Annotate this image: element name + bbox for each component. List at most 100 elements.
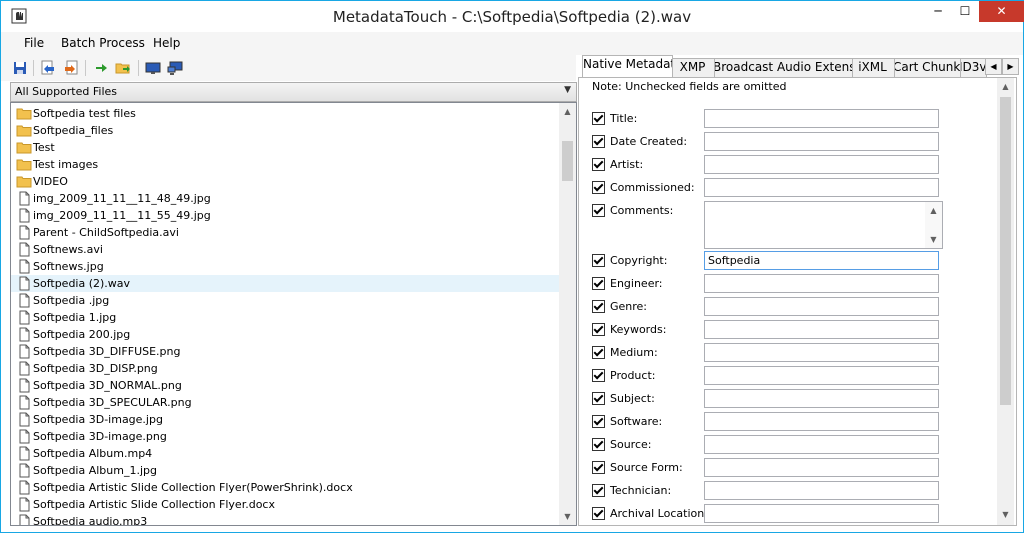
- file-list-item[interactable]: Softpedia 3D_SPECULAR.png: [11, 394, 559, 411]
- keywords-input[interactable]: [704, 320, 939, 339]
- subject-input[interactable]: [704, 389, 939, 408]
- file-list-item[interactable]: img_2009_11_11__11_48_49.jpg: [11, 190, 559, 207]
- technician-checkbox[interactable]: [592, 484, 605, 497]
- back-icon[interactable]: [40, 60, 56, 76]
- file-list-item[interactable]: Softpedia Artistic Slide Collection Flye…: [11, 496, 559, 513]
- file-list-item[interactable]: Softnews.jpg: [11, 258, 559, 275]
- scroll-down-icon[interactable]: ▼: [925, 231, 942, 248]
- file-icon: [19, 276, 30, 291]
- product-input[interactable]: [704, 366, 939, 385]
- medium-input[interactable]: [704, 343, 939, 362]
- medium-checkbox[interactable]: [592, 346, 605, 359]
- commissioned-checkbox[interactable]: [592, 181, 605, 194]
- file-list-item[interactable]: Softpedia 3D-image.png: [11, 428, 559, 445]
- copyright-checkbox[interactable]: [592, 254, 605, 267]
- software-checkbox[interactable]: [592, 415, 605, 428]
- minimize-button[interactable]: ─: [925, 1, 951, 22]
- tab-broadcast-audio-extension[interactable]: Broadcast Audio Extension: [712, 58, 853, 77]
- tab-id3v[interactable]: ID3v: [958, 58, 987, 77]
- menu-batch-process[interactable]: Batch Process: [61, 36, 145, 50]
- forward-icon[interactable]: [63, 60, 79, 76]
- file-list-item[interactable]: Softpedia 3D_DISP.png: [11, 360, 559, 377]
- chevron-down-icon[interactable]: ▼: [564, 85, 571, 95]
- scroll-down-icon[interactable]: ▼: [997, 506, 1014, 523]
- file-list-scrollbar[interactable]: ▲ ▼: [559, 103, 576, 525]
- file-list-item[interactable]: VIDEO: [11, 173, 559, 190]
- close-button[interactable]: ✕: [979, 1, 1024, 22]
- monitor-network-icon[interactable]: [167, 60, 183, 76]
- tab-scroll-right-icon[interactable]: ▶: [1002, 58, 1019, 75]
- file-list[interactable]: ▲ ▼ Softpedia test files Softpedia_files T…: [10, 102, 577, 526]
- scroll-down-icon[interactable]: ▼: [559, 508, 576, 525]
- panel-scrollbar[interactable]: ▲ ▼: [997, 78, 1014, 525]
- save-icon[interactable]: [12, 60, 28, 76]
- file-list-item[interactable]: Softpedia test files: [11, 105, 559, 122]
- source-checkbox[interactable]: [592, 438, 605, 451]
- file-list-item[interactable]: Softpedia .jpg: [11, 292, 559, 309]
- title-checkbox[interactable]: [592, 112, 605, 125]
- scroll-up-icon[interactable]: ▲: [997, 78, 1014, 95]
- commissioned-input[interactable]: [704, 178, 939, 197]
- date-created-input[interactable]: [704, 132, 939, 151]
- file-list-item[interactable]: Softpedia 3D_DIFFUSE.png: [11, 343, 559, 360]
- file-list-item[interactable]: Parent - ChildSoftpedia.avi: [11, 224, 559, 241]
- file-list-item[interactable]: Softpedia Album_1.jpg: [11, 462, 559, 479]
- file-list-item[interactable]: Softpedia 1.jpg: [11, 309, 559, 326]
- folder-go-icon[interactable]: [115, 60, 131, 76]
- engineer-input[interactable]: [704, 274, 939, 293]
- subject-checkbox[interactable]: [592, 392, 605, 405]
- file-list-item[interactable]: Softpedia 200.jpg: [11, 326, 559, 343]
- software-input[interactable]: [704, 412, 939, 431]
- source-form-input[interactable]: [704, 458, 939, 477]
- file-list-item[interactable]: Test images: [11, 156, 559, 173]
- menu-help[interactable]: Help: [153, 36, 180, 50]
- file-list-item[interactable]: Softnews.avi: [11, 241, 559, 258]
- source-form-checkbox[interactable]: [592, 461, 605, 474]
- tab-cart-chunk[interactable]: Cart Chunk: [892, 58, 961, 77]
- comments-textarea[interactable]: ▲ ▼: [704, 201, 943, 249]
- keywords-label: Keywords:: [610, 323, 667, 336]
- tab-scroll-left-icon[interactable]: ◀: [985, 58, 1002, 75]
- file-list-item[interactable]: Softpedia Album.mp4: [11, 445, 559, 462]
- file-list-item[interactable]: img_2009_11_11__11_55_49.jpg: [11, 207, 559, 224]
- file-icon: [19, 327, 30, 342]
- file-type-filter[interactable]: All Supported Files ▼: [10, 82, 577, 102]
- archival-location-checkbox[interactable]: [592, 507, 605, 520]
- artist-label: Artist:: [610, 158, 644, 171]
- title-input[interactable]: [704, 109, 939, 128]
- maximize-button[interactable]: ☐: [952, 1, 978, 22]
- file-list-item[interactable]: Softpedia 3D_NORMAL.png: [11, 377, 559, 394]
- source-form-label: Source Form:: [610, 461, 683, 474]
- engineer-checkbox[interactable]: [592, 277, 605, 290]
- tab-xmp[interactable]: XMP: [670, 58, 715, 77]
- file-list-item[interactable]: Softpedia Artistic Slide Collection Flye…: [11, 479, 559, 496]
- menu-file[interactable]: File: [24, 36, 44, 50]
- scrollbar-thumb[interactable]: [1000, 97, 1011, 405]
- date-created-checkbox[interactable]: [592, 135, 605, 148]
- tab-ixml[interactable]: iXML: [850, 58, 895, 77]
- source-input[interactable]: [704, 435, 939, 454]
- tab-native-metadata[interactable]: Native Metadata: [582, 55, 673, 78]
- file-list-item[interactable]: Softpedia 3D-image.jpg: [11, 411, 559, 428]
- artist-checkbox[interactable]: [592, 158, 605, 171]
- textarea-scrollbar[interactable]: ▲ ▼: [925, 202, 942, 248]
- copyright-input[interactable]: [704, 251, 939, 270]
- technician-input[interactable]: [704, 481, 939, 500]
- scrollbar-thumb[interactable]: [562, 141, 573, 181]
- monitor-icon[interactable]: [145, 60, 161, 76]
- artist-input[interactable]: [704, 155, 939, 174]
- scroll-up-icon[interactable]: ▲: [925, 202, 942, 219]
- genre-checkbox[interactable]: [592, 300, 605, 313]
- genre-input[interactable]: [704, 297, 939, 316]
- file-list-item[interactable]: Test: [11, 139, 559, 156]
- title-bar[interactable]: MetadataTouch - C:\Softpedia\Softpedia (…: [1, 1, 1024, 31]
- product-checkbox[interactable]: [592, 369, 605, 382]
- archival-location-input[interactable]: [704, 504, 939, 523]
- file-list-item[interactable]: Softpedia_files: [11, 122, 559, 139]
- file-list-item[interactable]: Softpedia (2).wav: [11, 275, 559, 292]
- scroll-up-icon[interactable]: ▲: [559, 103, 576, 120]
- file-list-item[interactable]: Softpedia audio.mp3: [11, 513, 559, 525]
- go-icon[interactable]: [93, 60, 109, 76]
- comments-checkbox[interactable]: [592, 204, 605, 217]
- keywords-checkbox[interactable]: [592, 323, 605, 336]
